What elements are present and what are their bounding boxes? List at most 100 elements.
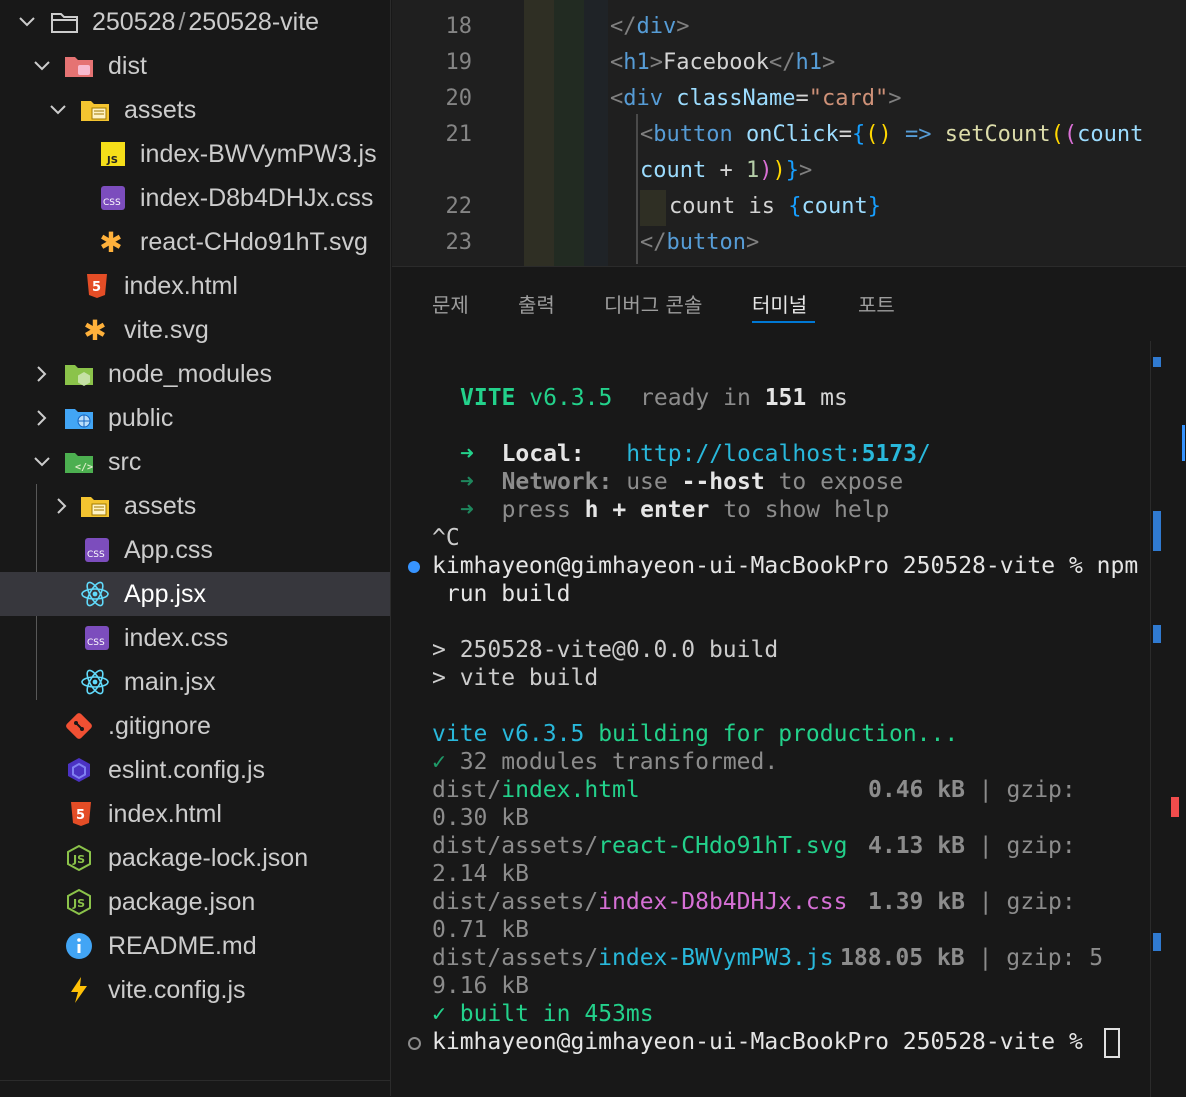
tree-folder-node-modules[interactable]: node_modules — [0, 352, 390, 396]
tab-ports[interactable]: 포트 — [858, 289, 895, 318]
svg-text:JS: JS — [72, 853, 85, 866]
tree-folder-dist[interactable]: dist — [0, 44, 390, 88]
tree-item-label: public — [108, 403, 174, 432]
scroll-marker — [1153, 933, 1161, 951]
tree-file-eslint[interactable]: eslint.config.js — [0, 748, 390, 792]
scroll-marker — [1153, 625, 1161, 643]
tree-folder-src[interactable]: </> src — [0, 440, 390, 484]
explorer-sidebar: 250528/250528-vite dist assets JS index-… — [0, 0, 391, 1096]
tree-file-readme[interactable]: README.md — [0, 924, 390, 968]
explorer-root-folder[interactable]: 250528/250528-vite — [0, 0, 390, 44]
scroll-marker — [1182, 425, 1185, 461]
chevron-right-icon[interactable] — [51, 495, 73, 517]
build-output-gzip: 0.71 kB — [432, 917, 529, 943]
indent-guide — [636, 114, 638, 264]
tree-file-jsx-selected[interactable]: App.jsx — [0, 572, 390, 616]
tree-item-label: package-lock.json — [108, 843, 309, 872]
tree-item-label: index-D8b4DHJx.css — [140, 183, 374, 212]
terminal-scrollbar[interactable] — [1150, 341, 1186, 1097]
tab-problems[interactable]: 문제 — [432, 289, 469, 318]
build-output-gzip: 0.30 kB — [432, 805, 529, 831]
tree-folder-assets[interactable]: assets — [0, 484, 390, 528]
tab-terminal[interactable]: 터미널 — [752, 289, 807, 318]
build-output-row: dist/assets/react-CHdo91hT.svg — [432, 833, 848, 859]
svg-text:JS: JS — [72, 897, 85, 910]
tab-output[interactable]: 출력 — [518, 289, 555, 318]
tree-item-label: vite.config.js — [108, 975, 246, 1004]
tree-item-label: react-CHdo91hT.svg — [140, 227, 368, 256]
tree-item-label: index.css — [124, 623, 229, 652]
tree-file-vite-config[interactable]: vite.config.js — [0, 968, 390, 1012]
tree-file-html[interactable]: 5 index.html — [0, 264, 390, 308]
indent-guide — [554, 0, 584, 266]
tree-file-svg[interactable]: ✱ react-CHdo91hT.svg — [0, 220, 390, 264]
build-output-row: dist/assets/index-BWVymPW3.js — [432, 945, 834, 971]
chevron-down-icon[interactable] — [31, 55, 53, 77]
build-output-row: dist/assets/index-D8b4DHJx.css — [432, 889, 848, 915]
svg-file-icon: ✱ — [99, 226, 123, 258]
active-tab-indicator — [752, 321, 815, 323]
line-number: 21 — [445, 122, 473, 147]
css-file-icon: CSS — [82, 623, 112, 653]
svg-text:</>: </> — [75, 462, 93, 473]
tree-item-label: assets — [124, 491, 197, 520]
tree-item-label: eslint.config.js — [108, 755, 266, 784]
build-output-row: dist/index.html — [432, 777, 640, 803]
tree-file-svg[interactable]: ✱ vite.svg — [0, 308, 390, 352]
terminal-prompt: kimhayeon@gimhayeon-ui-MacBookPro 250528… — [432, 1029, 1083, 1055]
html-file-icon: 5 — [66, 799, 96, 829]
chevron-right-icon[interactable] — [31, 407, 53, 429]
folder-open-icon — [50, 7, 80, 37]
tree-item-label: App.css — [124, 535, 213, 564]
tree-file-js[interactable]: JS index-BWVymPW3.js — [0, 132, 390, 176]
terminal-line: ➜ Network: use --host to expose — [460, 469, 904, 495]
chevron-right-icon[interactable] — [31, 363, 53, 385]
scroll-marker — [1153, 511, 1161, 551]
tree-file-jsx[interactable]: main.jsx — [0, 660, 390, 704]
tree-item-label: README.md — [108, 931, 257, 960]
terminal-cursor — [1104, 1028, 1120, 1058]
tree-file-css[interactable]: CSS index.css — [0, 616, 390, 660]
terminal-line: VITE v6.3.5 ready in 151 ms — [460, 385, 848, 411]
tree-file-json[interactable]: JS package-lock.json — [0, 836, 390, 880]
chevron-down-icon[interactable] — [16, 11, 38, 33]
terminal[interactable]: VITE v6.3.5 ready in 151 ms ➜ Local: htt… — [392, 347, 1152, 1097]
chevron-down-icon[interactable] — [31, 451, 53, 473]
chevron-down-icon[interactable] — [47, 99, 69, 121]
tree-item-label: package.json — [108, 887, 256, 916]
build-output-size: 188.05 kB | gzip: 5 — [840, 945, 1104, 971]
tree-item-label: dist — [108, 51, 147, 80]
line-number: 20 — [445, 86, 473, 111]
tree-file-html[interactable]: 5 index.html — [0, 792, 390, 836]
tab-debug-console[interactable]: 디버그 콘솔 — [604, 289, 702, 318]
code-line-19: <h1>Facebook</h1> — [610, 50, 836, 75]
tree-folder-assets[interactable]: assets — [0, 88, 390, 132]
react-icon — [80, 579, 110, 609]
tree-file-css[interactable]: CSS index-D8b4DHJx.css — [0, 176, 390, 220]
build-output-size: 4.13 kB | gzip: — [868, 833, 1076, 859]
indent-guide — [640, 190, 666, 226]
code-editor[interactable]: 18 19 20 21 22 23 </div> <h1>Facebook</h… — [392, 0, 1186, 266]
lightning-icon — [64, 975, 94, 1005]
code-line-22: count is {count} — [669, 194, 881, 219]
scroll-marker — [1153, 357, 1161, 367]
tree-file-css[interactable]: CSS App.css — [0, 528, 390, 572]
tree-folder-public[interactable]: public — [0, 396, 390, 440]
folder-assets-icon — [80, 491, 110, 521]
tree-item-label: index.html — [108, 799, 222, 828]
tree-file-gitignore[interactable]: .gitignore — [0, 704, 390, 748]
tree-file-json[interactable]: JS package.json — [0, 880, 390, 924]
svg-text:5: 5 — [76, 808, 85, 823]
tree-item-label: src — [108, 447, 142, 476]
terminal-line: ➜ Local: http://localhost:5173/ — [460, 441, 931, 467]
scroll-marker — [1171, 797, 1179, 817]
folder-node-icon — [64, 359, 94, 389]
build-output-gzip: 2.14 kB — [432, 861, 529, 887]
prompt-status-dot — [408, 1037, 421, 1050]
command-status-dot — [408, 561, 420, 573]
nodejs-icon: JS — [64, 843, 94, 873]
code-line-18: </div> — [610, 14, 690, 39]
eslint-icon — [64, 755, 94, 785]
bottom-panel: 문제 출력 디버그 콘솔 터미널 포트 VITE v6.3.5 ready in… — [392, 266, 1186, 1097]
terminal-line: > vite build — [432, 665, 599, 691]
